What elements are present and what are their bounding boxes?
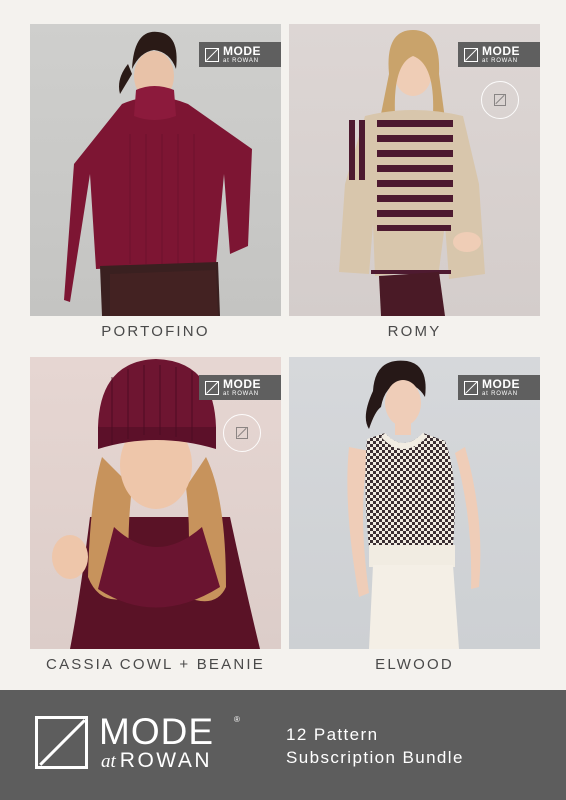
mode-badge: MODE at ROWAN (199, 42, 281, 67)
seamless-stamp-icon (481, 81, 519, 119)
mode-logo-icon (35, 716, 88, 769)
logo-subtitle: at ROWAN (101, 749, 212, 772)
photo-romy: MODE at ROWAN (289, 24, 540, 316)
photo-portofino: MODE at ROWAN (30, 24, 281, 316)
mode-badge: MODE at ROWAN (458, 375, 540, 400)
photo-cassia: MODE at ROWAN (30, 357, 281, 649)
photo-elwood: MODE at ROWAN (289, 357, 540, 649)
footer-banner: MODE ® at ROWAN 12 Pattern Subscription B… (0, 690, 566, 800)
pattern-name: ELWOOD (375, 656, 454, 673)
seamless-stamp-icon (223, 414, 261, 452)
model-illustration (64, 31, 252, 316)
mode-badge: MODE at ROWAN (458, 42, 540, 67)
mode-badge: MODE at ROWAN (199, 375, 281, 400)
pattern-card-elwood[interactable]: MODE at ROWAN ELWOOD (289, 357, 540, 673)
mode-logo-icon (464, 380, 478, 395)
model-illustration (52, 359, 260, 649)
pattern-card-romy[interactable]: MODE at ROWAN ROMY (289, 24, 540, 340)
pattern-card-portofino[interactable]: MODE at ROWAN PORTOFINO (30, 24, 281, 340)
mode-logo-icon (205, 380, 219, 395)
pattern-name: PORTOFINO (101, 323, 210, 340)
pattern-name: ROMY (387, 323, 442, 340)
registered-mark: ® (234, 715, 240, 724)
logo-wordmark: MODE (99, 711, 214, 752)
pattern-card-cassia[interactable]: MODE at ROWAN CASSIA COWL + BEANIE (30, 357, 281, 673)
mode-logo-icon (464, 47, 478, 62)
mode-logo-icon (205, 47, 219, 62)
bundle-tagline: 12 Pattern Subscription Bundle (286, 725, 464, 767)
pattern-name: CASSIA COWL + BEANIE (46, 656, 265, 673)
model-illustration (339, 30, 485, 316)
model-illustration (347, 360, 481, 649)
